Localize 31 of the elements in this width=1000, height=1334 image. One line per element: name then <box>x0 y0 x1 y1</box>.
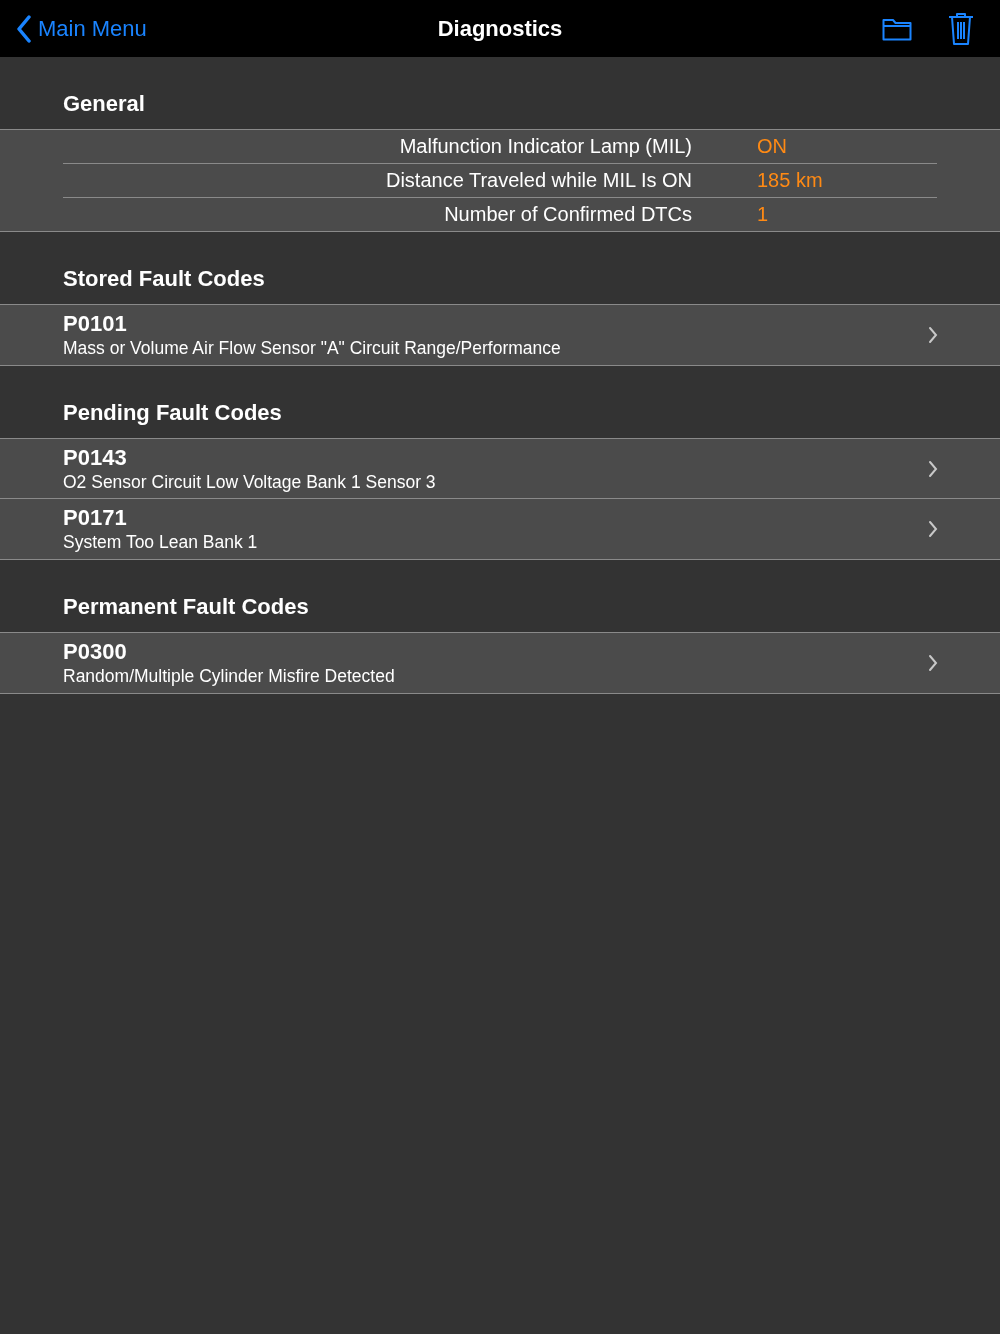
screen-title: Diagnostics <box>437 15 563 42</box>
chevron-right-icon <box>928 520 938 538</box>
fault-description: O2 Sensor Circuit Low Voltage Bank 1 Sensor 3 <box>63 470 436 493</box>
chevron-right-icon <box>928 459 938 478</box>
chevron-right-icon <box>928 326 938 344</box>
chevron-right-icon <box>928 654 938 672</box>
info-label: Distance Traveled while MIL Is ON <box>384 169 692 192</box>
info-value: ON <box>757 135 787 158</box>
section-title: Permanent Fault Codes <box>63 594 309 620</box>
fault-description: Random/Multiple Cylinder Misfire Detected <box>63 665 395 687</box>
section-title: Pending Fault Codes <box>63 400 282 426</box>
fault-code: P0101 <box>63 311 128 337</box>
info-value: 1 <box>757 203 769 226</box>
fault-code-row[interactable]: P0171 System Too Lean Bank 1 <box>0 499 1000 559</box>
fault-description: System Too Lean Bank 1 <box>63 531 258 553</box>
back-chevron-icon <box>16 14 32 43</box>
section-title: General <box>63 91 145 117</box>
fault-code-row[interactable]: P0300 Random/Multiple Cylinder Misfire Detected <box>0 633 1000 693</box>
back-button[interactable]: Main Menu <box>16 14 147 43</box>
fault-code: P0171 <box>63 505 128 531</box>
info-label: Number of Confirmed DTCs <box>443 203 692 226</box>
info-value: 185 km <box>757 169 823 192</box>
fault-code-row[interactable]: P0143 O2 Sensor Circuit Low Voltage Bank 1 Sensor 3 <box>0 439 1000 499</box>
fault-code: P0300 <box>63 639 128 665</box>
folder-icon[interactable] <box>882 16 912 41</box>
fault-code-row[interactable]: P0101 Mass or Volume Air Flow Sensor "A" Circuit Range/Performance <box>0 305 1000 365</box>
fault-code: P0143 <box>63 444 128 471</box>
info-label: Malfunction Indicator Lamp (MIL) <box>398 135 692 158</box>
fault-description: Mass or Volume Air Flow Sensor "A" Circuit Range/Performance <box>63 337 561 359</box>
section-title: Stored Fault Codes <box>63 266 265 292</box>
trash-icon[interactable] <box>948 11 974 46</box>
